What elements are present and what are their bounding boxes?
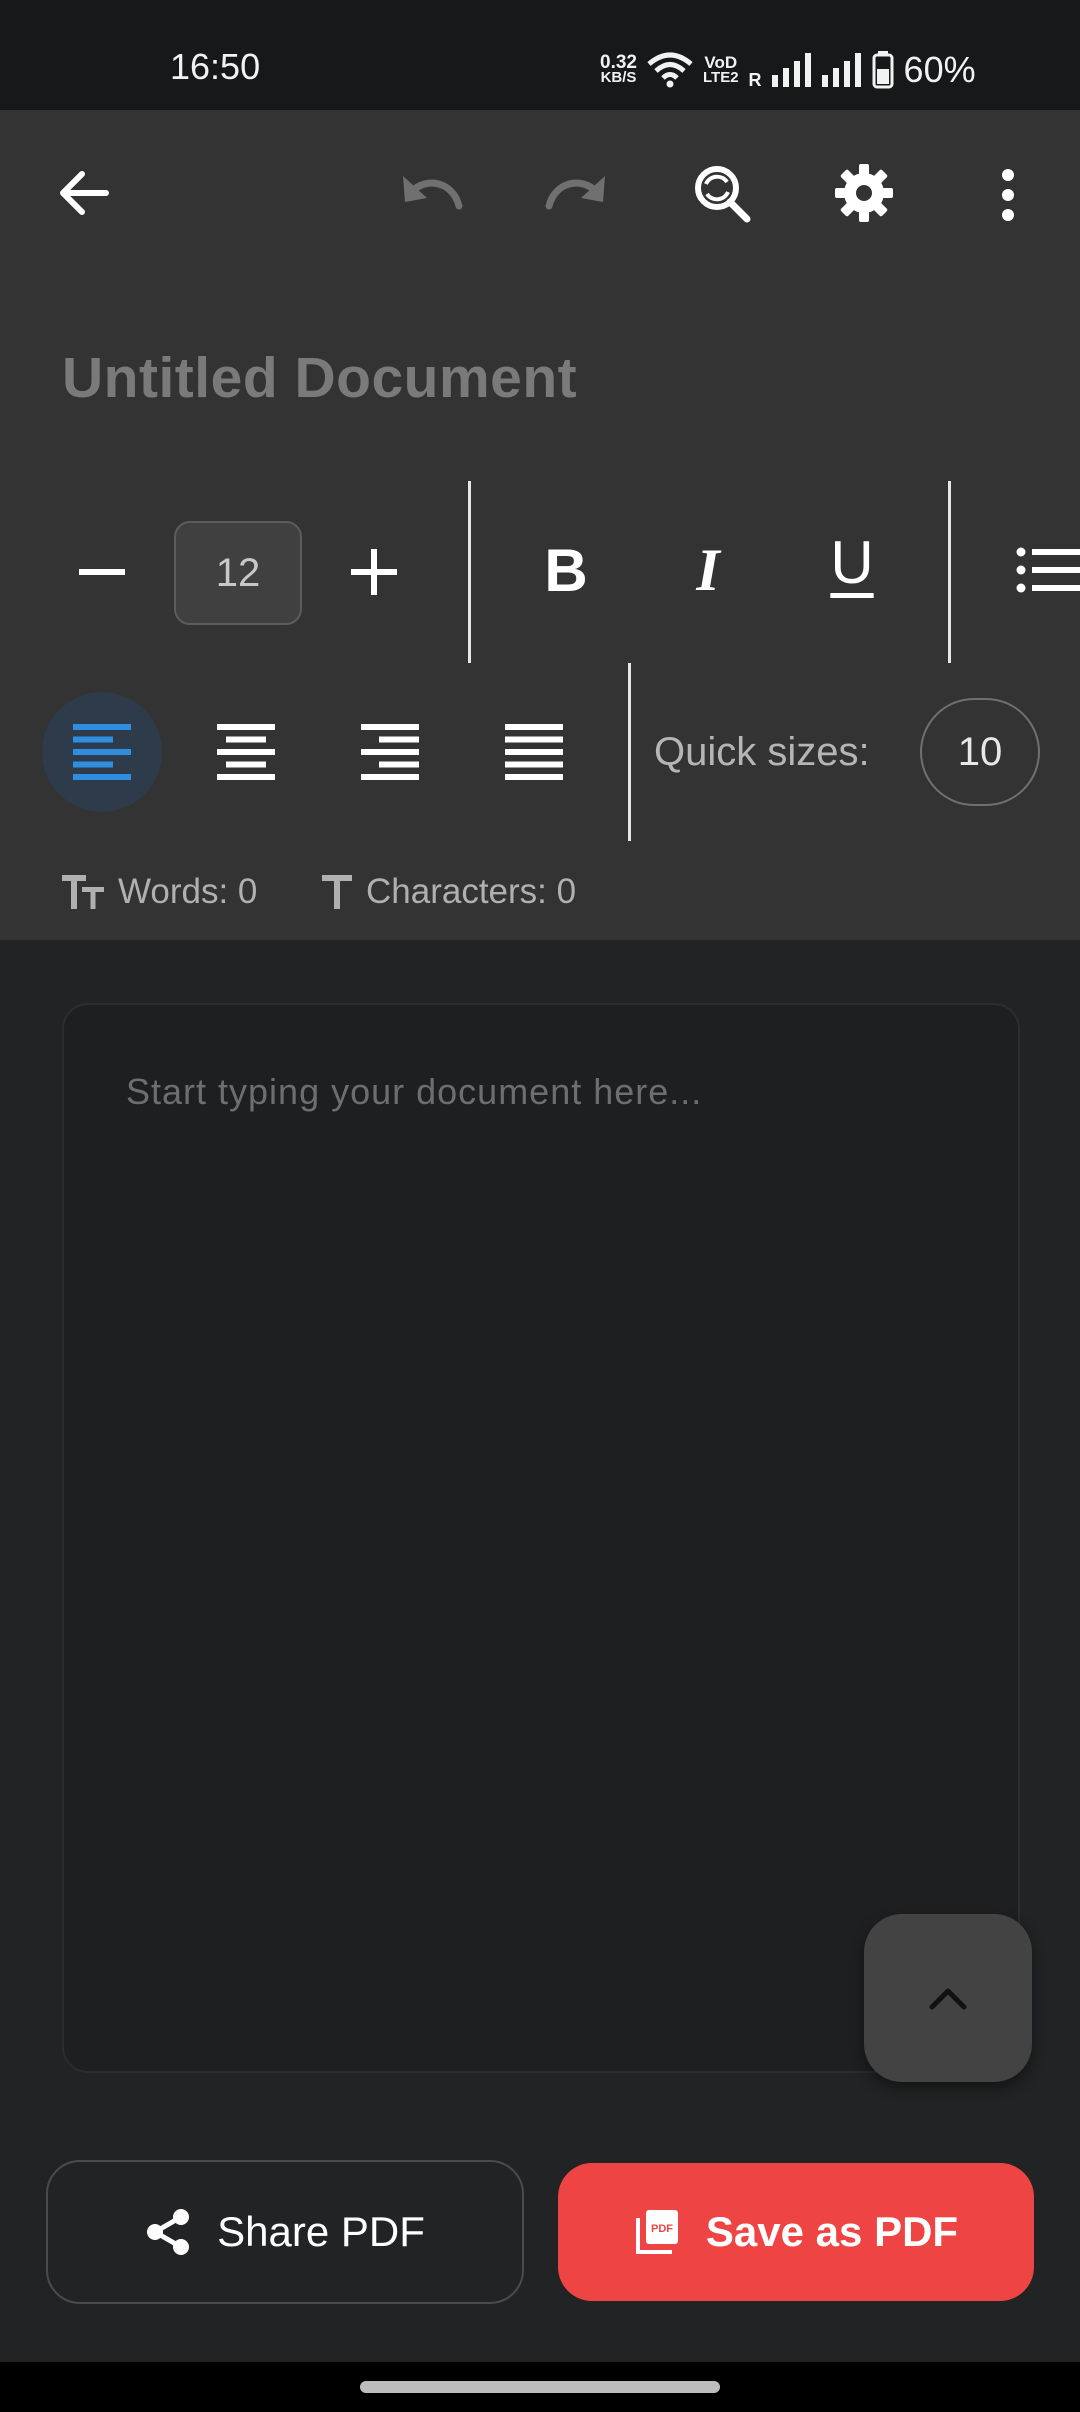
align-left-button[interactable]: [42, 692, 162, 812]
net-speed-indicator: 0.32 KB/S: [600, 52, 637, 86]
align-right-button[interactable]: [330, 692, 450, 812]
arrow-left-icon: [60, 171, 109, 215]
signal-icon-sim1: [771, 53, 811, 87]
font-size-field[interactable]: 12: [174, 521, 302, 625]
status-time: 16:50: [170, 46, 261, 87]
quick-sizes-label: Quick sizes:: [654, 730, 870, 774]
share-pdf-button[interactable]: Share PDF: [46, 2160, 524, 2304]
gear-icon: [835, 164, 893, 222]
chevron-up-icon: [929, 1988, 967, 2010]
share-pdf-label: Share PDF: [217, 2208, 425, 2255]
share-icon: [147, 2209, 190, 2255]
bullet-list-icon: [1016, 547, 1080, 593]
align-left-icon: [73, 724, 131, 780]
text-icon: [322, 875, 352, 909]
editor-placeholder: Start typing your document here...: [126, 1071, 703, 1112]
quick-size-chip[interactable]: 10: [920, 698, 1040, 806]
align-justify-button[interactable]: [474, 692, 594, 812]
redo-icon: [545, 176, 605, 210]
redo-button[interactable]: [536, 157, 616, 229]
settings-button[interactable]: [824, 153, 904, 233]
toolbar-divider: [628, 663, 631, 841]
save-as-pdf-label: Save as PDF: [705, 2208, 959, 2255]
increase-font-size-button[interactable]: [334, 532, 414, 612]
document-title[interactable]: Untitled Document: [62, 345, 577, 411]
roaming-indicator: R: [748, 70, 762, 90]
toolbar-divider: [948, 481, 951, 663]
document-editor[interactable]: Start typing your document here...: [62, 1003, 1020, 2073]
character-count: Characters: 0: [322, 872, 576, 912]
volte-indicator: VoD LTE2: [702, 53, 739, 86]
align-right-icon: [361, 724, 419, 780]
minus-icon: [79, 569, 125, 575]
underline-button[interactable]: U: [812, 522, 892, 602]
find-replace-icon: [695, 166, 751, 223]
signal-icon-sim2: [821, 53, 861, 87]
home-gesture-handle[interactable]: [360, 2381, 720, 2393]
svg-text:PDF: PDF: [651, 2223, 673, 2235]
find-replace-button[interactable]: [682, 157, 762, 229]
wifi-icon: [647, 52, 693, 88]
toolbar-divider: [468, 481, 471, 663]
bold-button[interactable]: B: [526, 530, 606, 610]
back-button[interactable]: [48, 157, 120, 229]
word-count-label: Words: 0: [118, 872, 258, 911]
status-icons: 0.32 KB/S VoD LTE2 R 60%: [600, 48, 976, 92]
scroll-to-top-button[interactable]: [864, 1914, 1032, 2082]
text-size-icon: [62, 875, 104, 909]
align-justify-icon: [505, 724, 563, 780]
undo-icon: [403, 176, 463, 210]
bullet-list-button[interactable]: [1010, 540, 1080, 600]
battery-icon: [872, 51, 894, 89]
italic-button[interactable]: I: [668, 530, 748, 610]
decrease-font-size-button[interactable]: [62, 532, 142, 612]
word-count: Words: 0: [62, 872, 257, 912]
pdf-file-icon: PDF: [635, 2210, 678, 2254]
plus-icon: [351, 549, 397, 595]
align-center-button[interactable]: [186, 692, 306, 812]
battery-level: 60%: [903, 49, 976, 90]
undo-button[interactable]: [392, 157, 472, 229]
save-as-pdf-button[interactable]: PDF Save as PDF: [558, 2163, 1034, 2301]
more-vertical-icon: [1002, 169, 1014, 221]
align-center-icon: [217, 724, 275, 780]
character-count-label: Characters: 0: [366, 872, 577, 911]
more-options-button[interactable]: [970, 157, 1046, 233]
editor-toolbar-panel: [0, 110, 1080, 940]
